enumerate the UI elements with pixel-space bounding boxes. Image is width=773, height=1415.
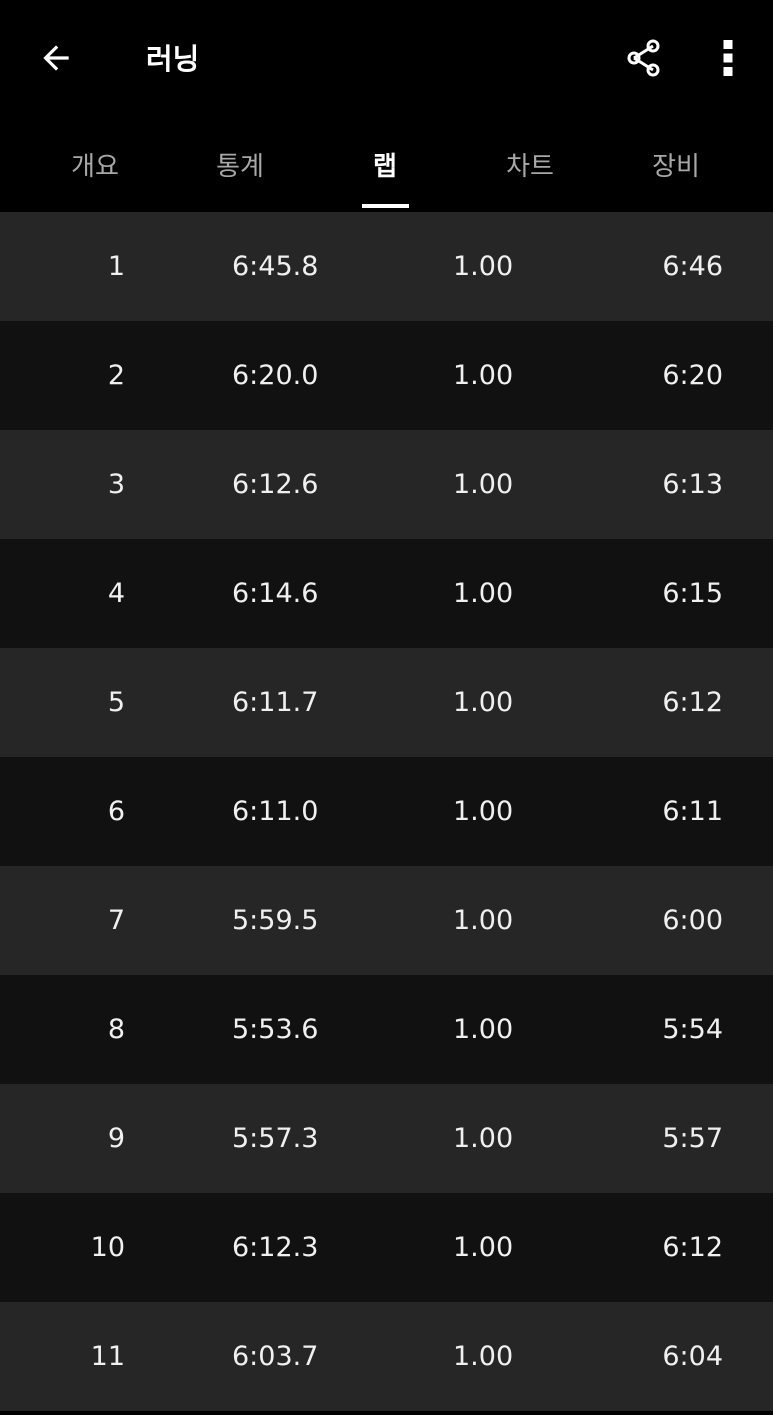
more-options-button[interactable] (704, 30, 752, 86)
lap-pace: 6:12 (662, 687, 723, 718)
lap-time: 6:14.6 (232, 578, 319, 609)
lap-row[interactable]: 8 5:53.6 1.00 5:54 (0, 975, 773, 1084)
lap-row[interactable]: 6 6:11.0 1.00 6:11 (0, 757, 773, 866)
tab-stats[interactable]: 통계 (167, 112, 313, 210)
lap-distance: 1.00 (453, 578, 514, 609)
lap-number: 8 (107, 1014, 125, 1045)
lap-distance: 1.00 (453, 1232, 514, 1263)
page-title: 러닝 (146, 42, 200, 76)
lap-pace: 6:04 (662, 1341, 723, 1372)
lap-number: 4 (107, 578, 125, 609)
tab-overview[interactable]: 개요 (22, 112, 168, 210)
lap-pace: 5:54 (662, 1014, 723, 1045)
lap-pace: 6:00 (662, 905, 723, 936)
lap-row[interactable]: 9 5:57.3 1.00 5:57 (0, 1084, 773, 1193)
lap-pace: 6:20 (662, 360, 723, 391)
tab-gear[interactable]: 장비 (603, 112, 749, 210)
lap-distance: 1.00 (453, 1014, 514, 1045)
lap-row[interactable]: 11 6:03.7 1.00 6:04 (0, 1302, 773, 1411)
lap-number: 10 (90, 1232, 125, 1263)
lap-number: 5 (107, 687, 125, 718)
lap-time: 5:57.3 (232, 1123, 319, 1154)
lap-time: 6:03.7 (232, 1341, 319, 1372)
lap-time: 6:12.3 (232, 1232, 319, 1263)
lap-pace: 6:11 (662, 796, 723, 827)
lap-row[interactable]: 3 6:12.6 1.00 6:13 (0, 430, 773, 539)
lap-row[interactable]: 1 6:45.8 1.00 6:46 (0, 212, 773, 321)
lap-pace: 6:12 (662, 1232, 723, 1263)
lap-row[interactable]: 7 5:59.5 1.00 6:00 (0, 866, 773, 975)
lap-pace: 6:46 (662, 251, 723, 282)
lap-pace: 6:15 (662, 578, 723, 609)
lap-distance: 1.00 (453, 469, 514, 500)
lap-distance: 1.00 (453, 687, 514, 718)
lap-number: 3 (107, 469, 125, 500)
lap-time: 6:11.0 (232, 796, 319, 827)
lap-number: 11 (90, 1341, 125, 1372)
lap-distance: 1.00 (453, 1123, 514, 1154)
app-bar: 러닝 (0, 0, 773, 112)
lap-time: 6:20.0 (232, 360, 319, 391)
lap-distance: 1.00 (453, 251, 514, 282)
lap-pace: 6:13 (662, 469, 723, 500)
tab-laps[interactable]: 랩 (312, 112, 458, 210)
lap-distance: 1.00 (453, 360, 514, 391)
lap-number: 6 (107, 796, 125, 827)
more-vert-icon (723, 40, 733, 76)
laps-table: 1 6:45.8 1.00 6:46 2 6:20.0 1.00 6:20 3 … (0, 212, 773, 1411)
lap-time: 6:12.6 (232, 469, 319, 500)
lap-row[interactable]: 10 6:12.3 1.00 6:12 (0, 1193, 773, 1302)
back-button[interactable] (28, 30, 84, 86)
lap-distance: 1.00 (453, 796, 514, 827)
tab-bar: 개요 통계 랩 차트 장비 (0, 112, 773, 210)
lap-number: 2 (107, 360, 125, 391)
lap-number: 1 (107, 251, 125, 282)
tab-charts[interactable]: 차트 (457, 112, 603, 210)
lap-row[interactable]: 5 6:11.7 1.00 6:12 (0, 648, 773, 757)
share-button[interactable] (616, 30, 672, 86)
lap-row[interactable]: 2 6:20.0 1.00 6:20 (0, 321, 773, 430)
lap-pace: 5:57 (662, 1123, 723, 1154)
lap-time: 6:11.7 (232, 687, 319, 718)
lap-distance: 1.00 (453, 1341, 514, 1372)
lap-number: 7 (107, 905, 125, 936)
lap-time: 5:53.6 (232, 1014, 319, 1045)
lap-row[interactable]: 4 6:14.6 1.00 6:15 (0, 539, 773, 648)
share-icon (627, 39, 660, 77)
lap-number: 9 (107, 1123, 125, 1154)
lap-distance: 1.00 (453, 905, 514, 936)
arrow-back-icon (43, 45, 69, 71)
lap-time: 5:59.5 (232, 905, 319, 936)
active-tab-indicator (362, 204, 409, 208)
lap-time: 6:45.8 (232, 251, 319, 282)
